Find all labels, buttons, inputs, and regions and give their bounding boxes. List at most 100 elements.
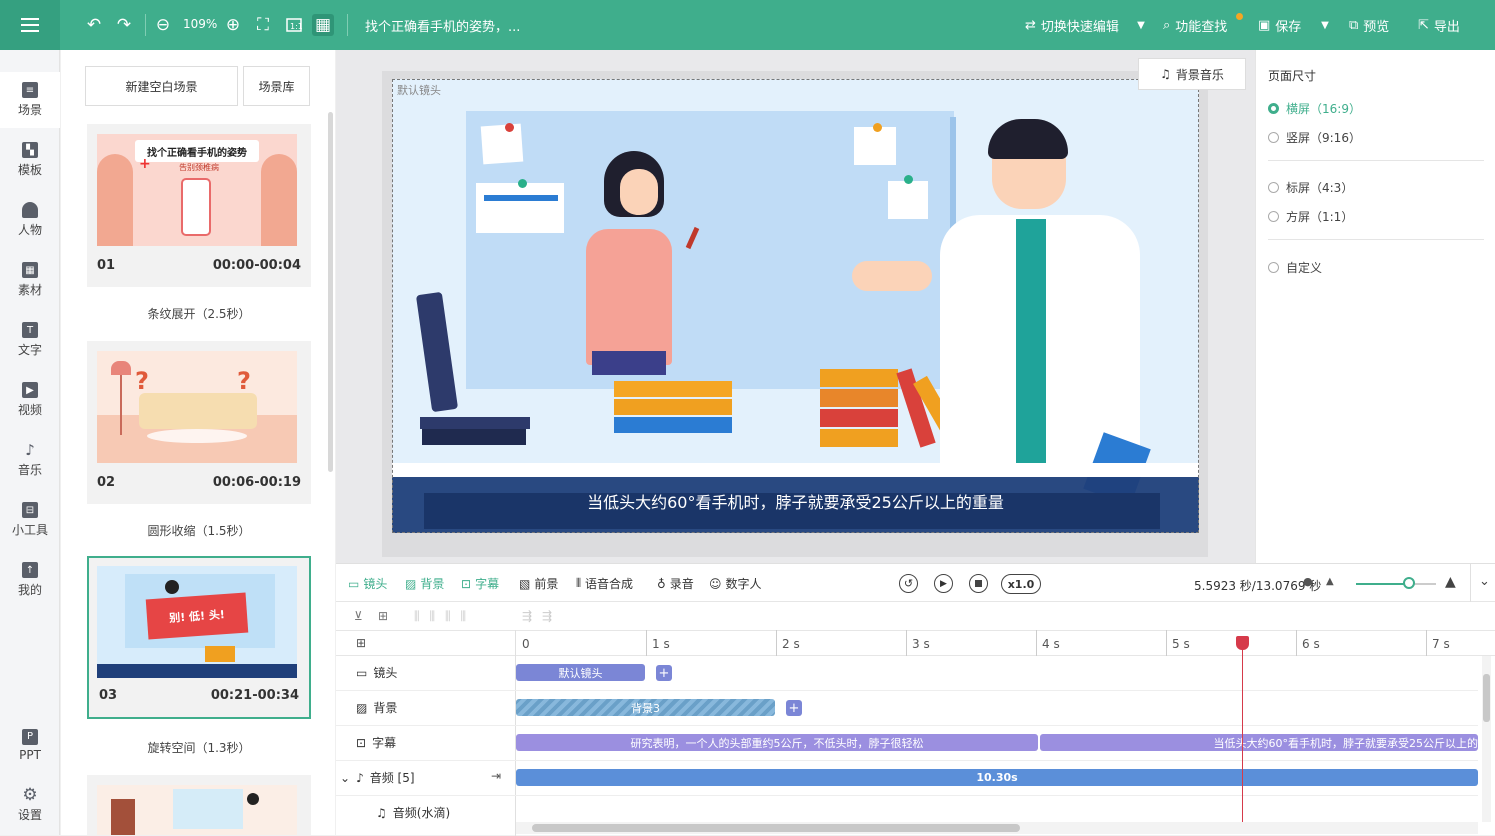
speed-button[interactable]: x1.0	[1001, 574, 1041, 594]
align-tools: ⫼⫼⫼⫼	[414, 609, 477, 623]
clapper-icon[interactable]: ▦	[312, 14, 334, 36]
svg-text:1:1: 1:1	[290, 22, 302, 31]
option-square[interactable]: 方屏（1:1）	[1268, 208, 1353, 225]
nav-material[interactable]: ▦ 素材	[0, 252, 60, 308]
export-button[interactable]: ⇱ 导出	[1418, 14, 1460, 36]
tool-tts[interactable]: ⫴ 语音合成	[576, 575, 633, 592]
option-standard[interactable]: 标屏（4:3）	[1268, 179, 1353, 196]
menu-button[interactable]	[0, 0, 60, 50]
zoom-out-icon[interactable]: ⊖	[153, 14, 173, 36]
preview-button[interactable]: ⧉ 预览	[1349, 14, 1389, 36]
zoom-in-icon[interactable]: ⊕	[223, 14, 243, 36]
camera-icon: ▭	[356, 665, 368, 680]
quick-edit-toggle[interactable]: ⇄ 切换快速编辑	[1025, 14, 1119, 36]
add-camera-icon[interactable]: +	[656, 665, 672, 681]
tool-foreground[interactable]: ▧ 前景	[519, 575, 558, 592]
tracks-icon[interactable]: ⊞	[356, 636, 366, 650]
nav-person[interactable]: 人物	[0, 192, 60, 248]
playhead-handle[interactable]	[1236, 636, 1249, 650]
filter-icon[interactable]: ⊻	[354, 609, 363, 623]
template-icon: ▚	[22, 142, 38, 158]
scene-thumbnail: ? ?	[97, 351, 297, 463]
nav-mine[interactable]: ↑ 我的	[0, 552, 60, 608]
scene-card-02[interactable]: ? ? 02 00:06-00:19	[87, 341, 311, 504]
timeline-zoom-slider[interactable]	[1356, 583, 1436, 585]
timeline-hscroll[interactable]	[516, 822, 1478, 834]
layers-icon[interactable]: ⊞	[378, 609, 388, 623]
tool-background[interactable]: ▨ 背景	[405, 575, 444, 592]
radio-icon	[1268, 262, 1279, 273]
hamburger-icon	[21, 18, 39, 32]
settings-icon: ⚙	[22, 785, 38, 805]
save-dropdown-icon[interactable]: ▼	[1318, 14, 1332, 36]
tool-subtitle[interactable]: ⊡ 字幕	[461, 575, 499, 592]
expand-chevron-icon: ⌄	[340, 770, 351, 785]
scene-card-03[interactable]: 别! 低! 头! 03 00:21-00:34	[87, 556, 311, 719]
undo-icon[interactable]: ↶	[84, 14, 104, 36]
stop-icon[interactable]	[969, 574, 988, 593]
camera-icon: ▭	[348, 576, 360, 591]
collapse-icon[interactable]: ⌄	[1479, 574, 1490, 589]
nav-scene[interactable]: ≡ 场景	[0, 72, 60, 128]
clip-audio[interactable]: 10.30s	[516, 769, 1478, 786]
ratio-icon[interactable]: 1:1	[284, 14, 304, 36]
chevron-down-icon[interactable]: ▼	[1134, 14, 1148, 36]
transition-label[interactable]: 条纹展开（2.5秒）	[87, 305, 311, 322]
audio-export-icon[interactable]: ⇥	[491, 769, 501, 783]
scene-scrollbar[interactable]	[328, 112, 333, 472]
preview-icon: ⧉	[1349, 17, 1359, 33]
fullscreen-icon[interactable]: ⛶	[253, 14, 273, 36]
option-custom[interactable]: 自定义	[1268, 259, 1322, 276]
track-audio-label[interactable]: ⌄ ♪ 音频 [5]	[340, 769, 415, 786]
bg-music-button[interactable]: ♫ 背景音乐	[1138, 58, 1246, 90]
zoom-large-icon[interactable]: ▲	[1445, 574, 1456, 590]
nav-text[interactable]: T 文字	[0, 312, 60, 368]
tool-camera[interactable]: ▭ 镜头	[348, 575, 387, 592]
scene-library-button[interactable]: 场景库	[243, 66, 310, 106]
replay-icon[interactable]: ↺	[899, 574, 918, 593]
feature-search-button[interactable]: ⌕ 功能查找	[1163, 14, 1227, 36]
swap-icon: ⇄	[1025, 17, 1036, 33]
clip-background[interactable]: 背景3	[516, 699, 775, 716]
left-nav: ≡ 场景 ▚ 模板 人物 ▦ 素材 T 文字 ▶ 视频 ♪ 音乐 ⊟ 小工具 ↑ 我的 P PPT…	[0, 50, 60, 835]
timeline-vscroll[interactable]	[1482, 656, 1491, 822]
nav-ppt[interactable]: P PPT	[0, 717, 60, 773]
save-button[interactable]: ▣ 保存	[1258, 14, 1301, 36]
tool-record[interactable]: ♁ 录音	[657, 575, 694, 592]
scene-thumbnail: 找个正确看手机的姿势 告别颈椎病 +	[97, 134, 297, 246]
transition-label[interactable]: 圆形收缩（1.5秒）	[87, 522, 311, 539]
time-ruler[interactable]: 0 1 s 2 s 3 s 4 s 5 s 6 s 7 s	[516, 630, 1478, 656]
scene-canvas[interactable]: 当低头大约60°看手机时，脖子就要承受25公斤以上的重量	[392, 79, 1199, 533]
slider-handle[interactable]	[1403, 577, 1415, 589]
project-title[interactable]: 找个正确看手机的姿势，...	[365, 16, 520, 35]
subtitle-icon: ⊡	[461, 576, 472, 591]
nav-music[interactable]: ♪ 音乐	[0, 432, 60, 488]
radio-icon	[1268, 103, 1279, 114]
option-landscape[interactable]: 横屏（16:9）	[1268, 100, 1361, 117]
search-icon: ⌕	[1163, 17, 1171, 33]
scene-thumbnail	[97, 785, 297, 835]
material-icon: ▦	[22, 262, 38, 278]
clip-subtitle-2[interactable]: 当低头大约60°看手机时，脖子就要承受25公斤以上的	[1040, 734, 1478, 751]
play-icon[interactable]: ▶	[934, 574, 953, 593]
clip-subtitle-1[interactable]: 研究表明，一个人的头部重约5公斤，不低头时，脖子很轻松	[516, 734, 1038, 751]
nav-tools[interactable]: ⊟ 小工具	[0, 492, 60, 548]
scene-card-04[interactable]	[87, 775, 311, 835]
background-icon: ▨	[405, 576, 417, 591]
tool-digital-human[interactable]: ☺ 数字人	[709, 575, 762, 592]
nav-video[interactable]: ▶ 视频	[0, 372, 60, 428]
transition-label[interactable]: 旋转空间（1.3秒）	[87, 739, 311, 756]
new-blank-scene-button[interactable]: 新建空白场景	[85, 66, 238, 106]
subtitle-text[interactable]: 当低头大约60°看手机时，脖子就要承受25公斤以上的重量	[392, 489, 1199, 513]
zoom-small-icon[interactable]: ▲	[1326, 576, 1334, 587]
redo-icon[interactable]: ↷	[114, 14, 134, 36]
option-portrait[interactable]: 竖屏（9:16）	[1268, 129, 1361, 146]
nav-settings[interactable]: ⚙ 设置	[0, 777, 60, 833]
mic-icon: ♁	[657, 576, 666, 591]
scene-card-01[interactable]: 找个正确看手机的姿势 告别颈椎病 + 01 00:00-00:04	[87, 124, 311, 287]
clip-camera[interactable]: 默认镜头	[516, 664, 645, 681]
nav-template[interactable]: ▚ 模板	[0, 132, 60, 188]
add-background-icon[interactable]: +	[786, 700, 802, 716]
help-icon[interactable]: ●	[1303, 575, 1313, 588]
radio-icon	[1268, 132, 1279, 143]
